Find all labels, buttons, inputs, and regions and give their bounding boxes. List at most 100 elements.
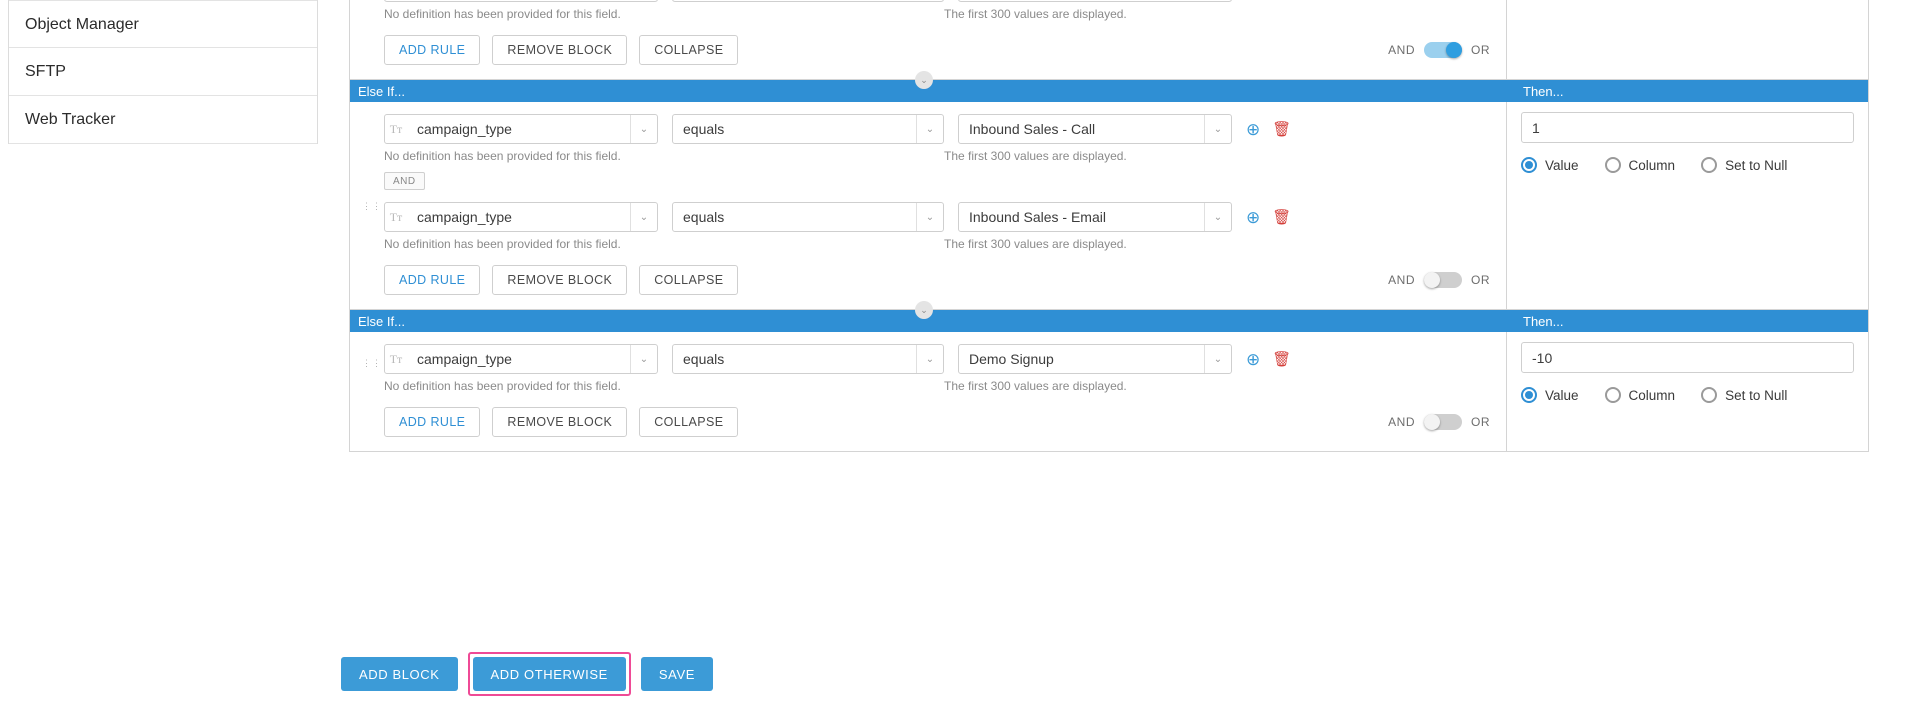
radio-indicator[interactable]: [1521, 157, 1537, 173]
collapse-button[interactable]: COLLAPSE: [639, 265, 739, 295]
operator-select[interactable]: equals ⌄: [672, 202, 944, 232]
delete-rule-icon[interactable]: 🗑: [1272, 122, 1291, 137]
chevron-down-icon[interactable]: ⌄: [1205, 354, 1231, 365]
save-button[interactable]: SAVE: [640, 657, 714, 691]
add-rule-button[interactable]: ADD RULE: [384, 265, 481, 295]
or-label: OR: [1471, 273, 1490, 287]
then-value-input[interactable]: [1521, 342, 1854, 373]
and-or-toggle[interactable]: [1424, 272, 1462, 288]
add-rule-button[interactable]: ADD RULE: [384, 407, 481, 437]
then-column: [1507, 0, 1868, 79]
value-select[interactable]: Inbound Sales - Call ⌄: [958, 114, 1232, 144]
sidebar-item-label: Web Tracker: [25, 111, 116, 128]
delete-rule-icon[interactable]: 🗑: [1272, 210, 1291, 225]
radio-column[interactable]: Column: [1604, 387, 1676, 403]
chevron-down-icon[interactable]: ⌄: [915, 71, 933, 89]
or-label: OR: [1471, 415, 1490, 429]
value-select-value: Demo Signup: [969, 351, 1054, 367]
radio-column[interactable]: Column: [1604, 157, 1675, 173]
add-block-button[interactable]: ADD BLOCK: [341, 657, 458, 691]
drag-handle-icon[interactable]: ⋮⋮: [362, 202, 381, 218]
sidebar-item-label: Object Manager: [25, 16, 139, 33]
rule-row: Tт campaign_type ⌄ equals ⌄ Inbound Sale…: [350, 102, 1506, 144]
radio-set-to-null[interactable]: Set to Null: [1701, 387, 1787, 403]
remove-block-button[interactable]: REMOVE BLOCK: [492, 35, 628, 65]
values-count-hint: The first 300 values are displayed.: [944, 237, 1127, 251]
add-condition-icon[interactable]: ⊕: [1246, 351, 1260, 368]
field-select[interactable]: Tт campaign_type ⌄: [384, 344, 658, 374]
chevron-down-icon[interactable]: ⌄: [1205, 212, 1231, 223]
chevron-down-icon[interactable]: ⌄: [917, 124, 943, 135]
then-mode-radio-group: Value Column Set to Null: [1521, 157, 1854, 173]
field-definition-hint: No definition has been provided for this…: [384, 149, 621, 163]
value-select[interactable]: [958, 0, 1232, 2]
field-select[interactable]: Tт campaign_type ⌄: [384, 114, 658, 144]
rule-row-partial: [350, 0, 1506, 2]
field-select[interactable]: [384, 0, 658, 2]
radio-label: Set to Null: [1725, 157, 1788, 173]
sidebar-item-object-manager[interactable]: Object Manager: [9, 0, 317, 48]
values-count-hint: The first 300 values are displayed.: [944, 379, 1127, 393]
rule-hints: No definition has been provided for this…: [350, 379, 1506, 393]
field-select[interactable]: Tт campaign_type ⌄: [384, 202, 658, 232]
rule-hints: No definition has been provided for this…: [350, 7, 1506, 21]
chevron-down-icon[interactable]: ⌄: [631, 354, 657, 365]
delete-rule-icon[interactable]: 🗑: [1272, 352, 1291, 367]
radio-indicator[interactable]: [1701, 387, 1718, 403]
chevron-down-icon[interactable]: ⌄: [631, 124, 657, 135]
radio-indicator[interactable]: [1521, 387, 1537, 403]
rule-block-partial: No definition has been provided for this…: [349, 0, 1869, 80]
conditions-column: No definition has been provided for this…: [350, 0, 1507, 79]
radio-indicator[interactable]: [1604, 387, 1621, 403]
value-select-value: Inbound Sales - Call: [969, 121, 1096, 137]
toggle-knob: [1424, 414, 1440, 430]
value-select[interactable]: Inbound Sales - Email ⌄: [958, 202, 1232, 232]
radio-value[interactable]: Value: [1521, 387, 1579, 403]
operator-select[interactable]: [672, 0, 944, 2]
radio-label: Set to Null: [1725, 387, 1788, 403]
and-or-toggle-group: AND OR: [1388, 42, 1490, 58]
add-otherwise-button[interactable]: ADD OTHERWISE: [472, 657, 626, 691]
and-label: AND: [1388, 273, 1415, 287]
chevron-down-icon[interactable]: ⌄: [631, 212, 657, 223]
field-definition-hint: No definition has been provided for this…: [384, 7, 621, 21]
radio-label: Value: [1545, 157, 1579, 173]
sidebar-item-web-tracker[interactable]: Web Tracker: [9, 96, 317, 144]
remove-block-button[interactable]: REMOVE BLOCK: [492, 407, 628, 437]
add-condition-icon[interactable]: ⊕: [1246, 121, 1260, 138]
radio-indicator[interactable]: [1701, 157, 1718, 173]
radio-label: Column: [1628, 387, 1676, 403]
radio-set-to-null[interactable]: Set to Null: [1701, 157, 1787, 173]
chevron-down-icon[interactable]: ⌄: [1205, 124, 1231, 135]
block-header-else-if: Else If...: [358, 83, 405, 99]
block-header-then: Then...: [1523, 313, 1564, 329]
block-header-else-if: Else If...: [358, 313, 405, 329]
field-select-value: campaign_type: [417, 121, 512, 137]
collapse-button[interactable]: COLLAPSE: [639, 35, 739, 65]
chevron-down-icon[interactable]: ⌄: [917, 354, 943, 365]
block-actions: ADD RULE REMOVE BLOCK COLLAPSE AND OR: [350, 21, 1506, 75]
rule-joiner-chip[interactable]: AND: [384, 172, 425, 190]
and-or-toggle[interactable]: [1424, 42, 1462, 58]
chevron-down-icon[interactable]: ⌄: [917, 212, 943, 223]
operator-select[interactable]: equals ⌄: [672, 344, 944, 374]
remove-block-button[interactable]: REMOVE BLOCK: [492, 265, 628, 295]
add-rule-button[interactable]: ADD RULE: [384, 35, 481, 65]
block-header: Else If... Then...: [350, 310, 1868, 332]
collapse-button[interactable]: COLLAPSE: [639, 407, 739, 437]
and-label: AND: [1388, 415, 1415, 429]
then-mode-radio-group: Value Column Set to Null: [1521, 387, 1854, 403]
operator-select[interactable]: equals ⌄: [672, 114, 944, 144]
add-condition-icon[interactable]: ⊕: [1246, 209, 1260, 226]
radio-value[interactable]: Value: [1521, 157, 1579, 173]
and-or-toggle[interactable]: [1424, 414, 1462, 430]
sidebar-item-sftp[interactable]: SFTP: [9, 48, 317, 96]
chevron-down-icon[interactable]: ⌄: [915, 301, 933, 319]
drag-handle-icon[interactable]: ⋮⋮: [362, 359, 381, 375]
or-label: OR: [1471, 43, 1490, 57]
values-count-hint: The first 300 values are displayed.: [944, 7, 1127, 21]
radio-indicator[interactable]: [1604, 157, 1621, 173]
value-select[interactable]: Demo Signup ⌄: [958, 344, 1232, 374]
then-value-input[interactable]: [1521, 112, 1854, 143]
field-select-value: campaign_type: [417, 351, 512, 367]
